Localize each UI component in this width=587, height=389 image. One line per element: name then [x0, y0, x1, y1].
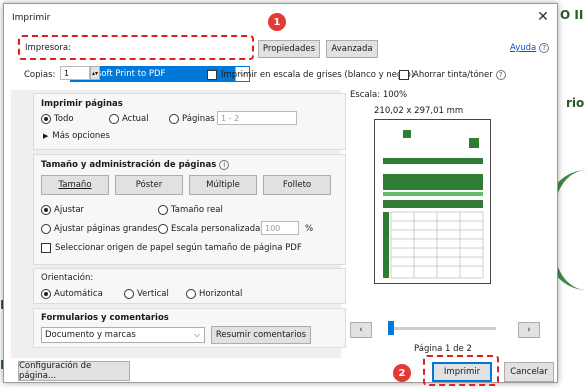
tab-multiple[interactable]: Múltiple [189, 175, 257, 195]
size-heading-wrap: Tamaño y administración de páginas i [41, 160, 230, 170]
size-heading: Tamaño y administración de páginas [41, 160, 217, 170]
grayscale-checkbox[interactable] [207, 70, 217, 80]
radio-pages-icon[interactable] [169, 114, 179, 124]
radio-horizontal-label: Horizontal [199, 289, 243, 299]
scale-value: 100 [265, 223, 281, 233]
radio-auto-label: Automática [54, 289, 103, 299]
info-icon[interactable]: i [219, 160, 230, 170]
radio-shrink-label: Ajustar páginas grandes [54, 224, 158, 234]
summarize-button[interactable]: Resumir comentarios [211, 326, 311, 344]
size-section: Tamaño y administración de páginas i Tama… [33, 154, 346, 265]
print-pages-section: Imprimir páginas Todo Actual Páginas 1 -… [33, 93, 346, 150]
radio-custom-scale[interactable]: Escala personalizada: [158, 224, 263, 234]
next-page-button[interactable]: › [518, 322, 540, 338]
grayscale-label: Imprimir en escala de grises (blanco y n… [221, 70, 415, 80]
dimensions-label: 210,02 x 297,01 mm [374, 106, 464, 116]
radio-real-size[interactable]: Tamaño real [158, 205, 223, 215]
page-setup-button[interactable]: Configuración de página... [18, 361, 130, 381]
tab-size[interactable]: Tamaño [41, 175, 109, 195]
forms-section: Formularios y comentarios Documento y ma… [33, 308, 346, 348]
radio-horizontal-icon[interactable] [186, 289, 196, 299]
properties-button[interactable]: Propiedades [258, 40, 320, 58]
radio-current-icon[interactable] [109, 114, 119, 124]
radio-real-size-icon[interactable] [158, 205, 168, 215]
options-panel: Imprimir páginas Todo Actual Páginas 1 -… [11, 90, 346, 358]
radio-current[interactable]: Actual [109, 114, 149, 124]
more-options-label: Más opciones [52, 131, 110, 141]
radio-current-label: Actual [122, 114, 149, 124]
forms-heading: Formularios y comentarios [41, 313, 169, 323]
radio-custom-scale-icon[interactable] [158, 224, 168, 234]
close-icon[interactable]: ✕ [535, 10, 551, 26]
radio-all-label: Todo [54, 114, 74, 124]
chevron-down-icon: ⌵ [193, 330, 201, 339]
scale-input[interactable]: 100 [261, 221, 299, 235]
page-indicator: Página 1 de 2 [414, 344, 472, 354]
tab-poster[interactable]: Póster [115, 175, 183, 195]
radio-pages[interactable]: Páginas [169, 114, 215, 124]
orientation-heading: Orientación: [41, 273, 94, 283]
radio-auto[interactable]: Automática [41, 289, 103, 299]
info-icon[interactable]: ? [539, 43, 550, 53]
copies-stepper[interactable]: ▴▾ [90, 66, 100, 80]
page-preview [374, 119, 491, 284]
radio-all-icon[interactable] [41, 114, 51, 124]
copies-label: Copias: [24, 70, 56, 80]
radio-horizontal[interactable]: Horizontal [186, 289, 242, 299]
background-text: rio [566, 96, 585, 110]
print-button[interactable]: Imprimir [432, 362, 492, 382]
radio-fit-label: Ajustar [54, 205, 85, 215]
copies-value: 1 [64, 68, 70, 78]
copies-input[interactable]: 1 [60, 66, 90, 80]
page-slider-handle[interactable] [388, 321, 394, 335]
dialog-title: Imprimir [12, 13, 51, 23]
help-link-wrap: Ayuda ? [510, 43, 550, 53]
radio-pages-label: Páginas [182, 114, 215, 124]
save-ink-label: Ahorrar tinta/tóner [413, 70, 493, 80]
cancel-button[interactable]: Cancelar [504, 362, 554, 382]
printer-label: Impresora: [25, 43, 71, 53]
scale-label: Escala: 100% [350, 90, 408, 100]
radio-real-size-label: Tamaño real [171, 205, 223, 215]
print-pages-heading: Imprimir páginas [41, 99, 123, 109]
radio-shrink-icon[interactable] [41, 224, 51, 234]
radio-all[interactable]: Todo [41, 114, 74, 124]
more-options[interactable]: ▶ Más opciones [43, 131, 110, 141]
step-badge-1: 1 [268, 13, 286, 31]
info-icon[interactable]: ? [495, 70, 506, 80]
page-range-placeholder: 1 - 2 [221, 113, 240, 123]
radio-vertical[interactable]: Vertical [124, 289, 169, 299]
paper-source-option[interactable]: Seleccionar origen de papel según tamaño… [41, 243, 302, 253]
step-badge-2: 2 [393, 364, 411, 382]
radio-vertical-label: Vertical [137, 289, 169, 299]
orientation-section: Orientación: Automática Vertical Horizon… [33, 268, 346, 304]
paper-source-label: Seleccionar origen de papel según tamaño… [55, 243, 302, 253]
radio-shrink[interactable]: Ajustar páginas grandes [41, 224, 157, 234]
forms-value: Documento y marcas [45, 330, 136, 340]
page-range-input[interactable]: 1 - 2 [217, 111, 297, 125]
preview-document [383, 130, 484, 279]
save-ink-option[interactable]: Ahorrar tinta/tóner ? [399, 70, 506, 80]
grayscale-option[interactable]: Imprimir en escala de grises (blanco y n… [207, 70, 414, 80]
paper-source-checkbox[interactable] [41, 243, 51, 253]
radio-custom-scale-label: Escala personalizada: [171, 224, 264, 234]
radio-fit-icon[interactable] [41, 205, 51, 215]
percent-label: % [305, 224, 314, 234]
help-link[interactable]: Ayuda [510, 43, 536, 53]
page-slider[interactable] [390, 327, 496, 330]
background-text: O II [560, 8, 584, 22]
save-ink-checkbox[interactable] [399, 70, 409, 80]
triangle-right-icon: ▶ [43, 132, 49, 140]
print-dialog: Imprimir ✕ Impresora: Microsoft Print to… [3, 3, 558, 386]
forms-select[interactable]: Documento y marcas ⌵ [41, 327, 205, 343]
radio-fit[interactable]: Ajustar [41, 205, 84, 215]
tab-booklet[interactable]: Folleto [263, 175, 331, 195]
prev-page-button[interactable]: ‹ [350, 322, 372, 338]
radio-vertical-icon[interactable] [124, 289, 134, 299]
advanced-button[interactable]: Avanzada [326, 40, 378, 58]
radio-auto-icon[interactable] [41, 289, 51, 299]
